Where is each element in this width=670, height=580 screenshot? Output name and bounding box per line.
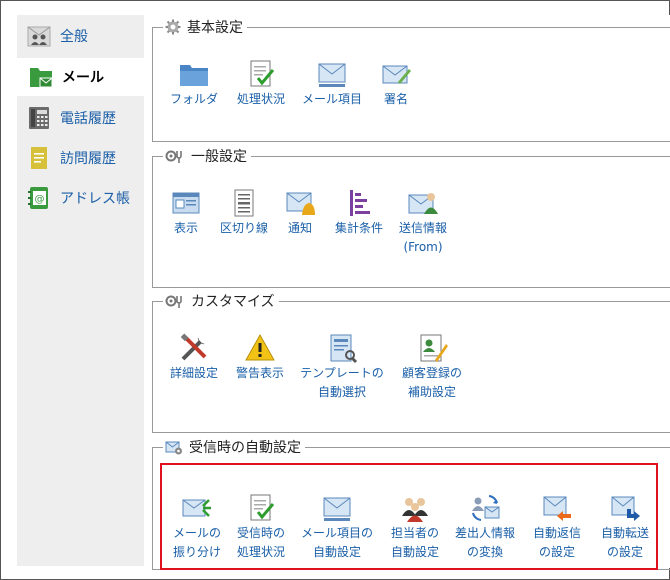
section-title: カスタマイズ: [163, 291, 279, 311]
section-general-settings: 一般設定 表示 区切り線 通知 集計条件 送信情報 (From): [152, 146, 670, 288]
section-basic-settings: 基本設定 フォルダ 処理状況 メール項目 署名: [152, 17, 670, 142]
status-check-icon: [250, 60, 275, 87]
item-label-line2: (From): [403, 240, 443, 254]
signature-icon: [382, 65, 411, 84]
signature-settings-item[interactable]: 署名: [373, 58, 419, 109]
advanced-settings-item[interactable]: 詳細設定: [164, 332, 224, 383]
item-label: フォルダ: [169, 92, 218, 106]
item-label: メール項目: [301, 92, 362, 106]
settings-window: 全般 メール 電話履歴 訪問履歴 @ アドレス帳 基本設定 フォルダ 処理状況 …: [0, 0, 670, 580]
sidebar-item-label: 電話履歴: [60, 111, 116, 127]
customer-register-assist-item[interactable]: 顧客登録の 補助設定: [399, 332, 465, 402]
sidebar-item-label: メール: [62, 70, 104, 86]
notification-settings-item[interactable]: 通知: [280, 187, 320, 238]
sidebar-item-phone-history[interactable]: 電話履歴: [17, 99, 142, 137]
item-label: 区切り線: [219, 221, 268, 235]
section-title-text: 受信時の自動設定: [189, 440, 301, 456]
folder-settings-item[interactable]: フォルダ: [164, 58, 224, 109]
mail-item-settings-item[interactable]: メール項目: [297, 58, 367, 109]
document-icon: [27, 146, 51, 170]
sidebar-item-general[interactable]: 全般: [17, 17, 142, 55]
tools-icon: [180, 333, 207, 361]
item-label-line2: 自動選択: [317, 385, 366, 399]
mail-folder-icon: [29, 65, 53, 89]
sidebar-item-label: 訪問履歴: [60, 151, 116, 167]
svg-text:@: @: [35, 194, 45, 205]
section-title: 基本設定: [163, 17, 247, 37]
customer-register-icon: [420, 334, 448, 362]
template-icon: [330, 334, 358, 364]
sender-info-icon: [408, 193, 438, 214]
sidebar-item-visit-history[interactable]: 訪問履歴: [17, 139, 142, 177]
gear-icon: [165, 19, 181, 35]
section-title-text: カスタマイズ: [191, 294, 275, 310]
item-label: 送信情報: [398, 221, 447, 235]
section-title-text: 基本設定: [187, 20, 243, 36]
separator-icon: [234, 189, 254, 217]
aggregate-icon: [350, 190, 370, 216]
item-label: 署名: [383, 92, 408, 106]
display-settings-item[interactable]: 表示: [166, 187, 206, 238]
sender-info-settings-item[interactable]: 送信情報 (From): [393, 187, 453, 257]
item-label: 通知: [287, 221, 312, 235]
item-label: 顧客登録の: [401, 366, 462, 380]
sidebar-item-label: 全般: [60, 29, 88, 45]
gear-wrench-icon: [165, 295, 182, 308]
mail-item-icon: [318, 63, 346, 87]
aggregate-settings-item[interactable]: 集計条件: [331, 187, 387, 238]
sidebar-item-mail[interactable]: メール: [17, 58, 144, 96]
folder-icon: [180, 65, 208, 86]
users-icon: [27, 24, 51, 48]
item-label: 詳細設定: [169, 366, 218, 380]
item-label: 表示: [173, 221, 198, 235]
sidebar-item-address-book[interactable]: @ アドレス帳: [17, 179, 142, 217]
warning-icon: [245, 333, 275, 361]
section-title: 受信時の自動設定: [163, 437, 305, 457]
section-title-text: 一般設定: [191, 149, 247, 165]
separator-settings-item[interactable]: 区切り線: [216, 187, 272, 238]
settings-panel: 基本設定 フォルダ 処理状況 メール項目 署名 一般設定 表示 区切り線 通知 …: [144, 15, 670, 570]
template-auto-select-item[interactable]: テンプレートの 自動選択: [297, 332, 387, 402]
address-book-icon: @: [27, 186, 51, 210]
item-label-line2: 補助設定: [407, 385, 456, 399]
phone-icon: [27, 106, 51, 130]
sidebar: 全般 メール 電話履歴 訪問履歴 @ アドレス帳: [17, 15, 144, 566]
item-label: 処理状況: [236, 92, 285, 106]
display-icon: [172, 192, 200, 214]
item-label: 集計条件: [334, 221, 383, 235]
item-label: 警告表示: [235, 366, 284, 380]
section-customize: カスタマイズ 詳細設定 警告表示 テンプレートの 自動選択 顧客登録の 補助設定: [152, 291, 670, 433]
item-label: テンプレートの: [300, 366, 384, 380]
section-title: 一般設定: [163, 146, 251, 166]
mail-gear-icon: [165, 441, 182, 455]
notification-icon: [286, 192, 315, 215]
highlight-box: [160, 463, 658, 570]
sidebar-item-label: アドレス帳: [60, 191, 130, 207]
status-settings-item[interactable]: 処理状況: [231, 58, 291, 109]
gear-wrench-icon: [165, 150, 182, 163]
warning-display-item[interactable]: 警告表示: [230, 332, 290, 383]
